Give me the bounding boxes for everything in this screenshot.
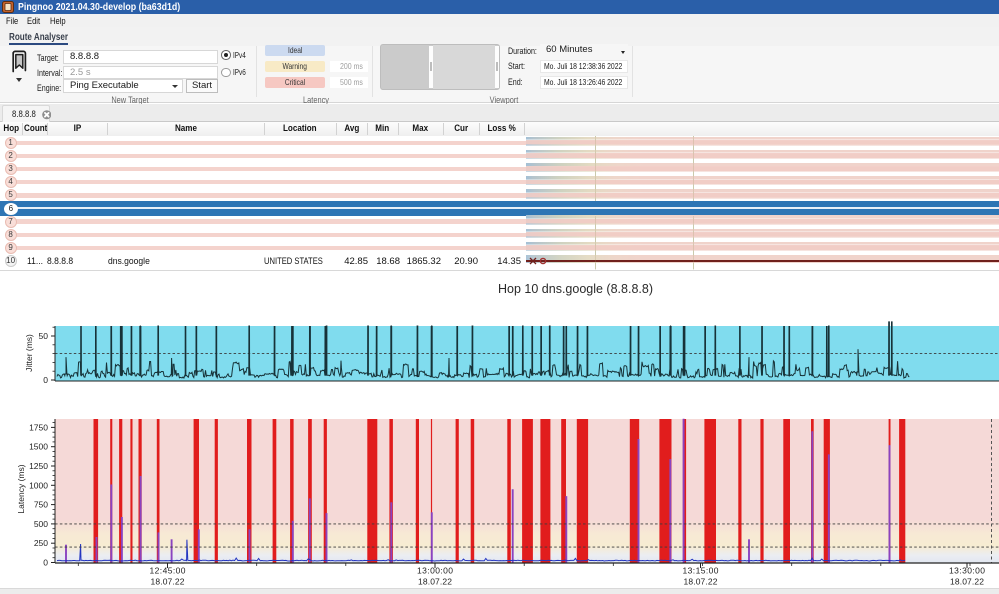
svg-text:750: 750 — [34, 500, 48, 510]
svg-text:12:45:00: 12:45:00 — [150, 566, 186, 576]
svg-text:500: 500 — [34, 519, 48, 529]
svg-text:1750: 1750 — [29, 422, 48, 432]
svg-text:250: 250 — [34, 538, 48, 548]
svg-text:1500: 1500 — [29, 442, 48, 452]
svg-text:Latency (ms): Latency (ms) — [16, 464, 26, 513]
svg-text:Jitter (ms): Jitter (ms) — [24, 334, 34, 372]
svg-text:18.07.22: 18.07.22 — [684, 577, 718, 587]
svg-text:50: 50 — [39, 331, 49, 341]
svg-text:13:30:00: 13:30:00 — [949, 566, 985, 576]
svg-text:18.07.22: 18.07.22 — [950, 577, 984, 587]
svg-text:1000: 1000 — [29, 480, 48, 490]
svg-text:18.07.22: 18.07.22 — [418, 577, 452, 587]
svg-text:13:15:00: 13:15:00 — [683, 566, 719, 576]
svg-text:0: 0 — [43, 375, 48, 385]
svg-text:13:00:00: 13:00:00 — [417, 566, 453, 576]
svg-text:18.07.22: 18.07.22 — [151, 577, 185, 587]
svg-text:1250: 1250 — [29, 461, 48, 471]
svg-text:0: 0 — [43, 558, 48, 568]
